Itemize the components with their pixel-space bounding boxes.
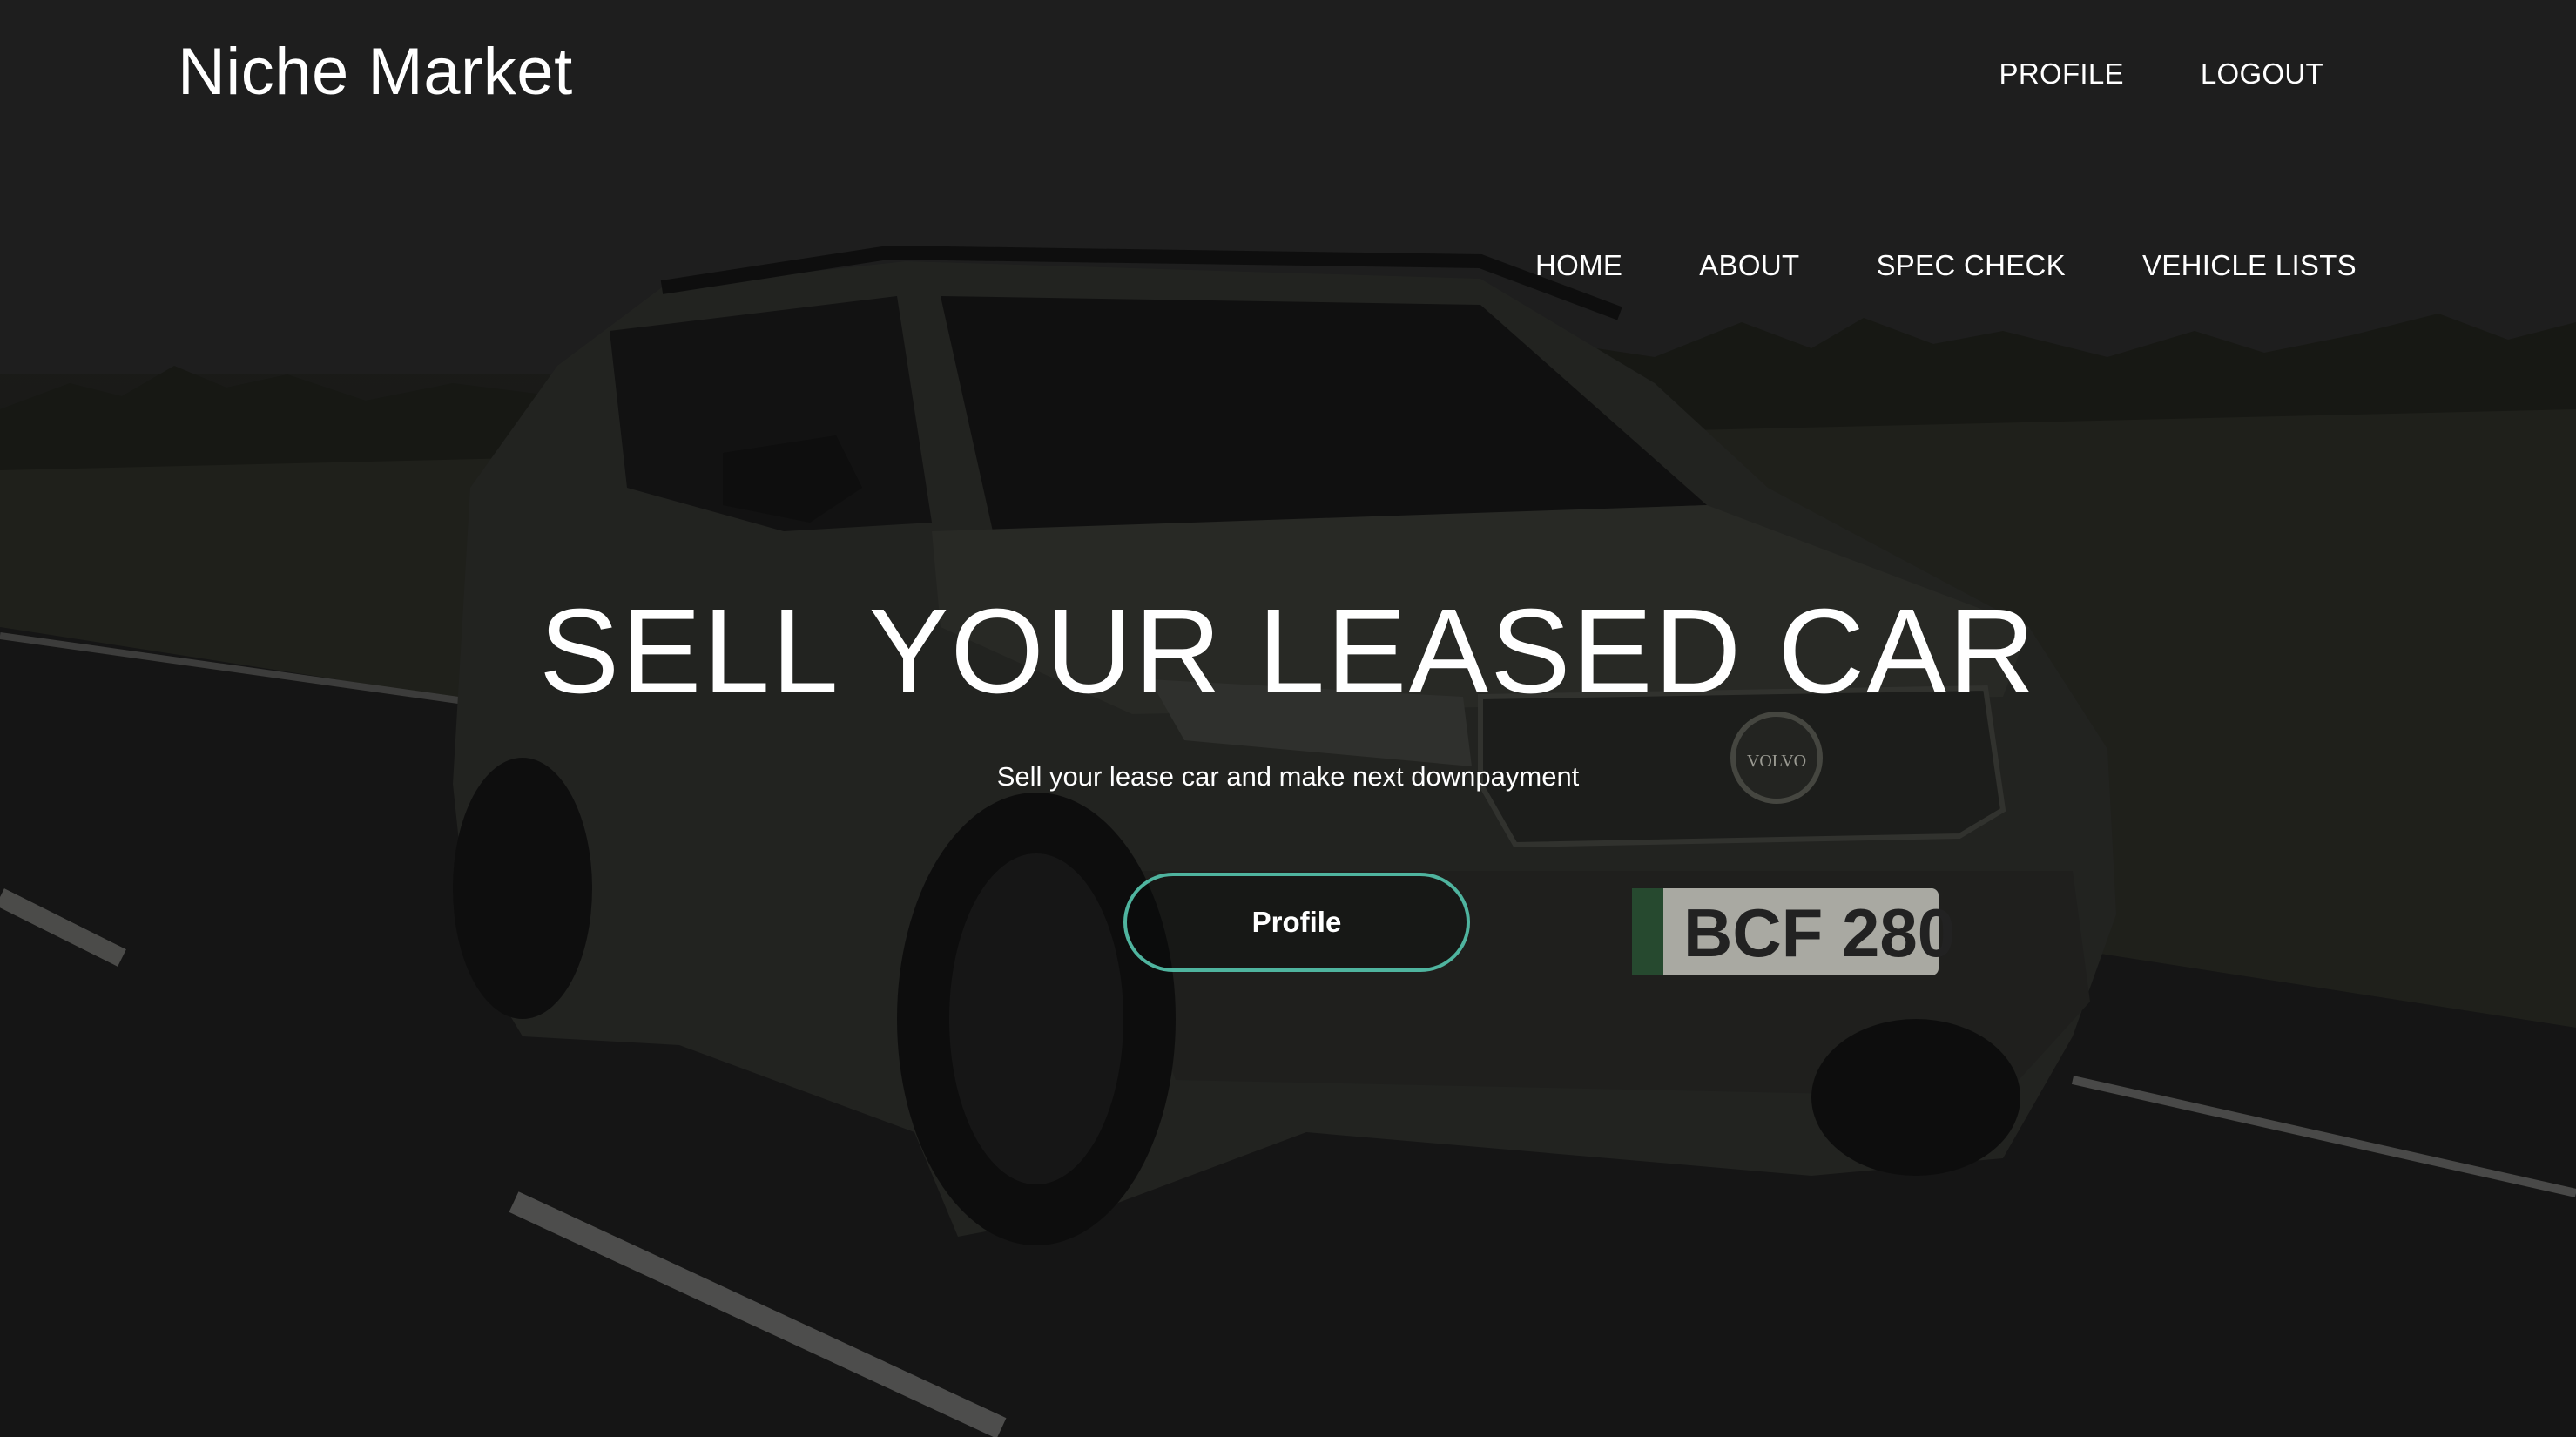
nav-spec-check-link[interactable]: SPEC CHECK [1876, 249, 2066, 282]
nav-home-link[interactable]: HOME [1535, 249, 1622, 282]
logout-link[interactable]: LOGOUT [2201, 57, 2323, 91]
nav-vehicle-lists-link[interactable]: VEHICLE LISTS [2142, 249, 2357, 282]
hero-headline: SELL YOUR LEASED CAR [539, 584, 2037, 718]
hero-subline: Sell your lease car and make next downpa… [996, 761, 1580, 792]
profile-link[interactable]: PROFILE [1999, 57, 2124, 91]
brand-logo-text[interactable]: Niche Market [178, 33, 573, 111]
main-nav: HOME ABOUT SPEC CHECK VEHICLE LISTS [1535, 249, 2357, 282]
account-nav: PROFILE LOGOUT [1999, 57, 2323, 91]
hero-section: Niche Market PROFILE LOGOUT HOME ABOUT S… [0, 0, 2576, 1437]
profile-button[interactable]: Profile [1123, 873, 1470, 972]
nav-about-link[interactable]: ABOUT [1699, 249, 1799, 282]
